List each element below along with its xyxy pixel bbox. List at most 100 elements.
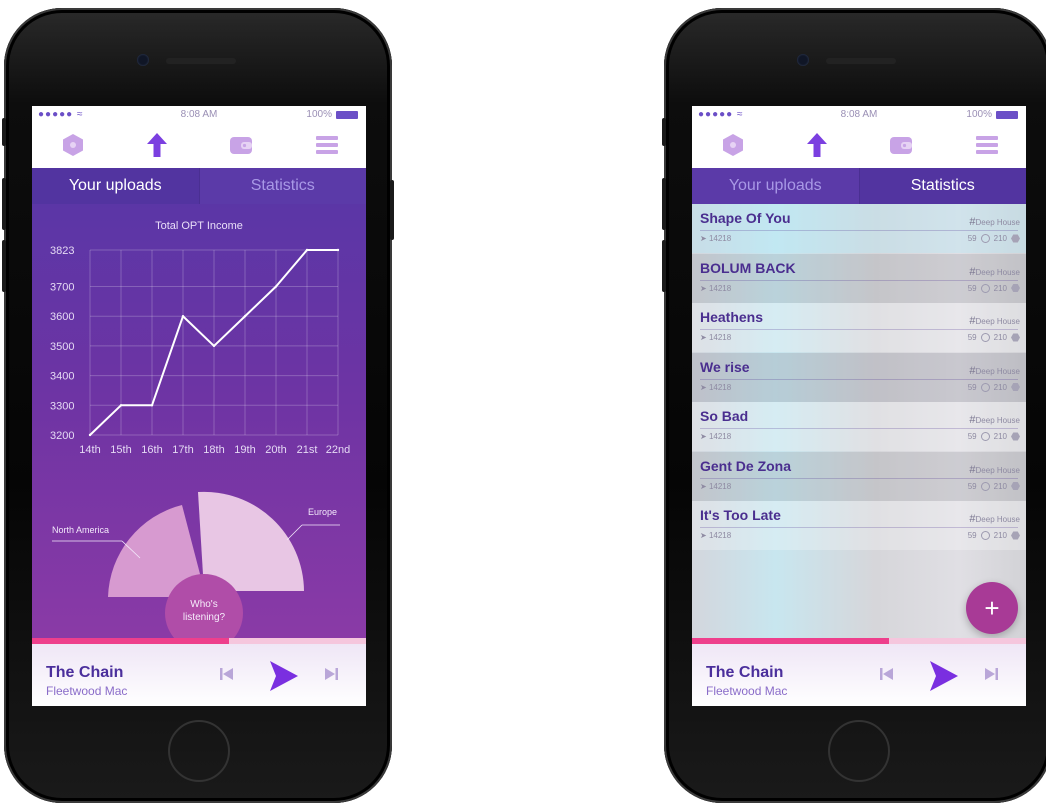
upload-row[interactable]: It's Too Late #Deep House ➤ 14218 59 210 <box>692 501 1026 550</box>
top-icon-bar <box>32 124 366 168</box>
uploads-list: Shape Of You #Deep House ➤ 14218 59 210 BOLUM… <box>692 204 1026 638</box>
plays-arrow-icon: ➤ <box>700 283 707 293</box>
home-button <box>828 720 890 782</box>
coin-count: 59 <box>967 531 977 540</box>
silent-switch <box>2 118 6 146</box>
income-data-point <box>336 248 340 252</box>
track-title: The Chain <box>46 664 124 681</box>
upload-row[interactable]: BOLUM BACK #Deep House ➤ 14218 59 210 <box>692 253 1026 303</box>
plays-arrow-icon: ➤ <box>700 432 707 441</box>
now-playing-bar: The Chain Fleetwood Mac <box>692 644 1026 706</box>
upload-title: It's Too Late <box>700 507 781 523</box>
hexagon-icon <box>1011 531 1020 540</box>
tab-bar: Your uploads Statistics <box>692 168 1026 204</box>
previous-track-icon[interactable] <box>880 668 894 680</box>
coin-icon <box>980 283 990 293</box>
next-track-icon[interactable] <box>324 668 338 680</box>
battery-icon <box>336 111 358 119</box>
coin-icon <box>980 234 990 243</box>
hex-count: 210 <box>993 481 1007 491</box>
income-data-point <box>274 285 278 288</box>
next-track-icon[interactable] <box>984 668 998 680</box>
play-count: ➤ 14218 <box>700 284 731 293</box>
hexagon-icon[interactable] <box>720 132 746 158</box>
upload-row[interactable]: Gent De Zona #Deep House ➤ 14218 59 210 <box>692 451 1026 501</box>
volume-up-button <box>662 178 666 230</box>
upload-row[interactable]: Heathens #Deep House ➤ 14218 59 210 <box>692 303 1026 352</box>
upload-row[interactable]: We rise #Deep House ➤ 14218 59 210 <box>692 352 1026 402</box>
tab-statistics[interactable]: Statistics <box>198 168 367 204</box>
statistics-panel: Total OPT Income 3823 3700 3600 3500 3400 330… <box>32 204 366 652</box>
add-upload-button[interactable]: + <box>966 582 1018 634</box>
upload-row[interactable]: So Bad #Deep House ➤ 14218 59 210 <box>692 402 1026 451</box>
y-tick-label: 3600 <box>50 311 74 323</box>
hexagon-icon <box>1011 432 1020 441</box>
play-count: ➤ 14218 <box>700 333 731 342</box>
battery-icon <box>996 111 1018 119</box>
row-divider <box>700 279 1018 281</box>
upload-arrow-icon[interactable] <box>144 132 170 158</box>
status-bar: ●●●●● ≈ 8:08 AM 100% <box>32 106 366 124</box>
row-stats: 59 210 <box>968 432 1020 441</box>
pie-label-europe: Europe <box>308 507 338 517</box>
track-artist: Fleetwood Mac <box>46 684 128 698</box>
upload-title: Shape Of You <box>700 210 791 226</box>
play-icon[interactable] <box>928 659 960 693</box>
play-count: ➤ 14218 <box>700 482 731 491</box>
plays-arrow-icon: ➤ <box>700 234 707 243</box>
income-data-point <box>305 248 309 252</box>
menu-icon[interactable] <box>314 132 340 158</box>
tab-bar: Your uploads Statistics <box>32 168 366 204</box>
genre-label: Deep House <box>975 465 1020 475</box>
front-camera <box>137 54 149 66</box>
menu-icon[interactable] <box>974 132 1000 158</box>
upload-title: Gent De Zona <box>700 457 792 474</box>
y-tick-label: 3823 <box>50 245 74 257</box>
hex-count: 210 <box>993 333 1007 342</box>
phone-right: ●●●●● ≈ 8:08 AM 100% Your uploads Statis… <box>662 8 1046 803</box>
track-title: The Chain <box>706 664 784 681</box>
coin-count: 59 <box>967 481 977 491</box>
screen-statistics: ●●●●● ≈ 8:08 AM 100% Your uploads Statis… <box>32 106 366 706</box>
coin-count: 59 <box>967 333 977 342</box>
play-icon[interactable] <box>268 659 300 693</box>
wallet-icon[interactable] <box>228 132 254 158</box>
previous-track-icon[interactable] <box>220 668 234 680</box>
row-stats: 59 210 <box>968 234 1020 243</box>
hex-count: 210 <box>993 432 1007 441</box>
hex-count: 210 <box>993 531 1007 540</box>
row-stats: 59 210 <box>967 481 1020 491</box>
tab-statistics[interactable]: Statistics <box>858 168 1026 204</box>
hexagon-icon <box>1011 234 1020 243</box>
genre-label: Deep House <box>975 317 1020 326</box>
battery-percent: 100% <box>306 109 332 120</box>
income-data-point <box>243 315 247 318</box>
plays-arrow-icon: ➤ <box>700 333 707 342</box>
upload-arrow-icon[interactable] <box>804 132 830 158</box>
hexagon-icon[interactable] <box>60 132 86 158</box>
now-playing-bar: The Chain Fleetwood Mac <box>32 644 366 706</box>
row-stats: 59 210 <box>968 333 1020 342</box>
plays-arrow-icon: ➤ <box>700 531 707 540</box>
pie-center-line1: Who's <box>190 599 218 610</box>
genre-tag: #Deep House <box>969 266 1020 278</box>
play-count: ➤ 14218 <box>700 531 731 540</box>
plays-value: 14218 <box>708 333 732 342</box>
upload-row[interactable]: Shape Of You #Deep House ➤ 14218 59 210 <box>692 204 1026 253</box>
track-artist: Fleetwood Mac <box>706 684 788 698</box>
power-button <box>390 180 394 240</box>
front-camera <box>797 54 809 66</box>
tab-your-uploads[interactable]: Your uploads <box>692 168 859 204</box>
hex-count: 210 <box>993 234 1007 243</box>
coin-count: 59 <box>967 283 977 293</box>
tab-your-uploads[interactable]: Your uploads <box>32 168 199 204</box>
genre-tag: #Deep House <box>969 315 1020 327</box>
coin-icon <box>980 531 990 540</box>
wallet-icon[interactable] <box>888 132 914 158</box>
income-data-point <box>181 315 185 318</box>
y-tick-label: 3700 <box>50 282 74 294</box>
hex-count: 210 <box>993 382 1007 392</box>
hexagon-icon <box>1011 283 1020 293</box>
genre-label: Deep House <box>975 416 1020 425</box>
genre-label: Deep House <box>975 218 1020 227</box>
